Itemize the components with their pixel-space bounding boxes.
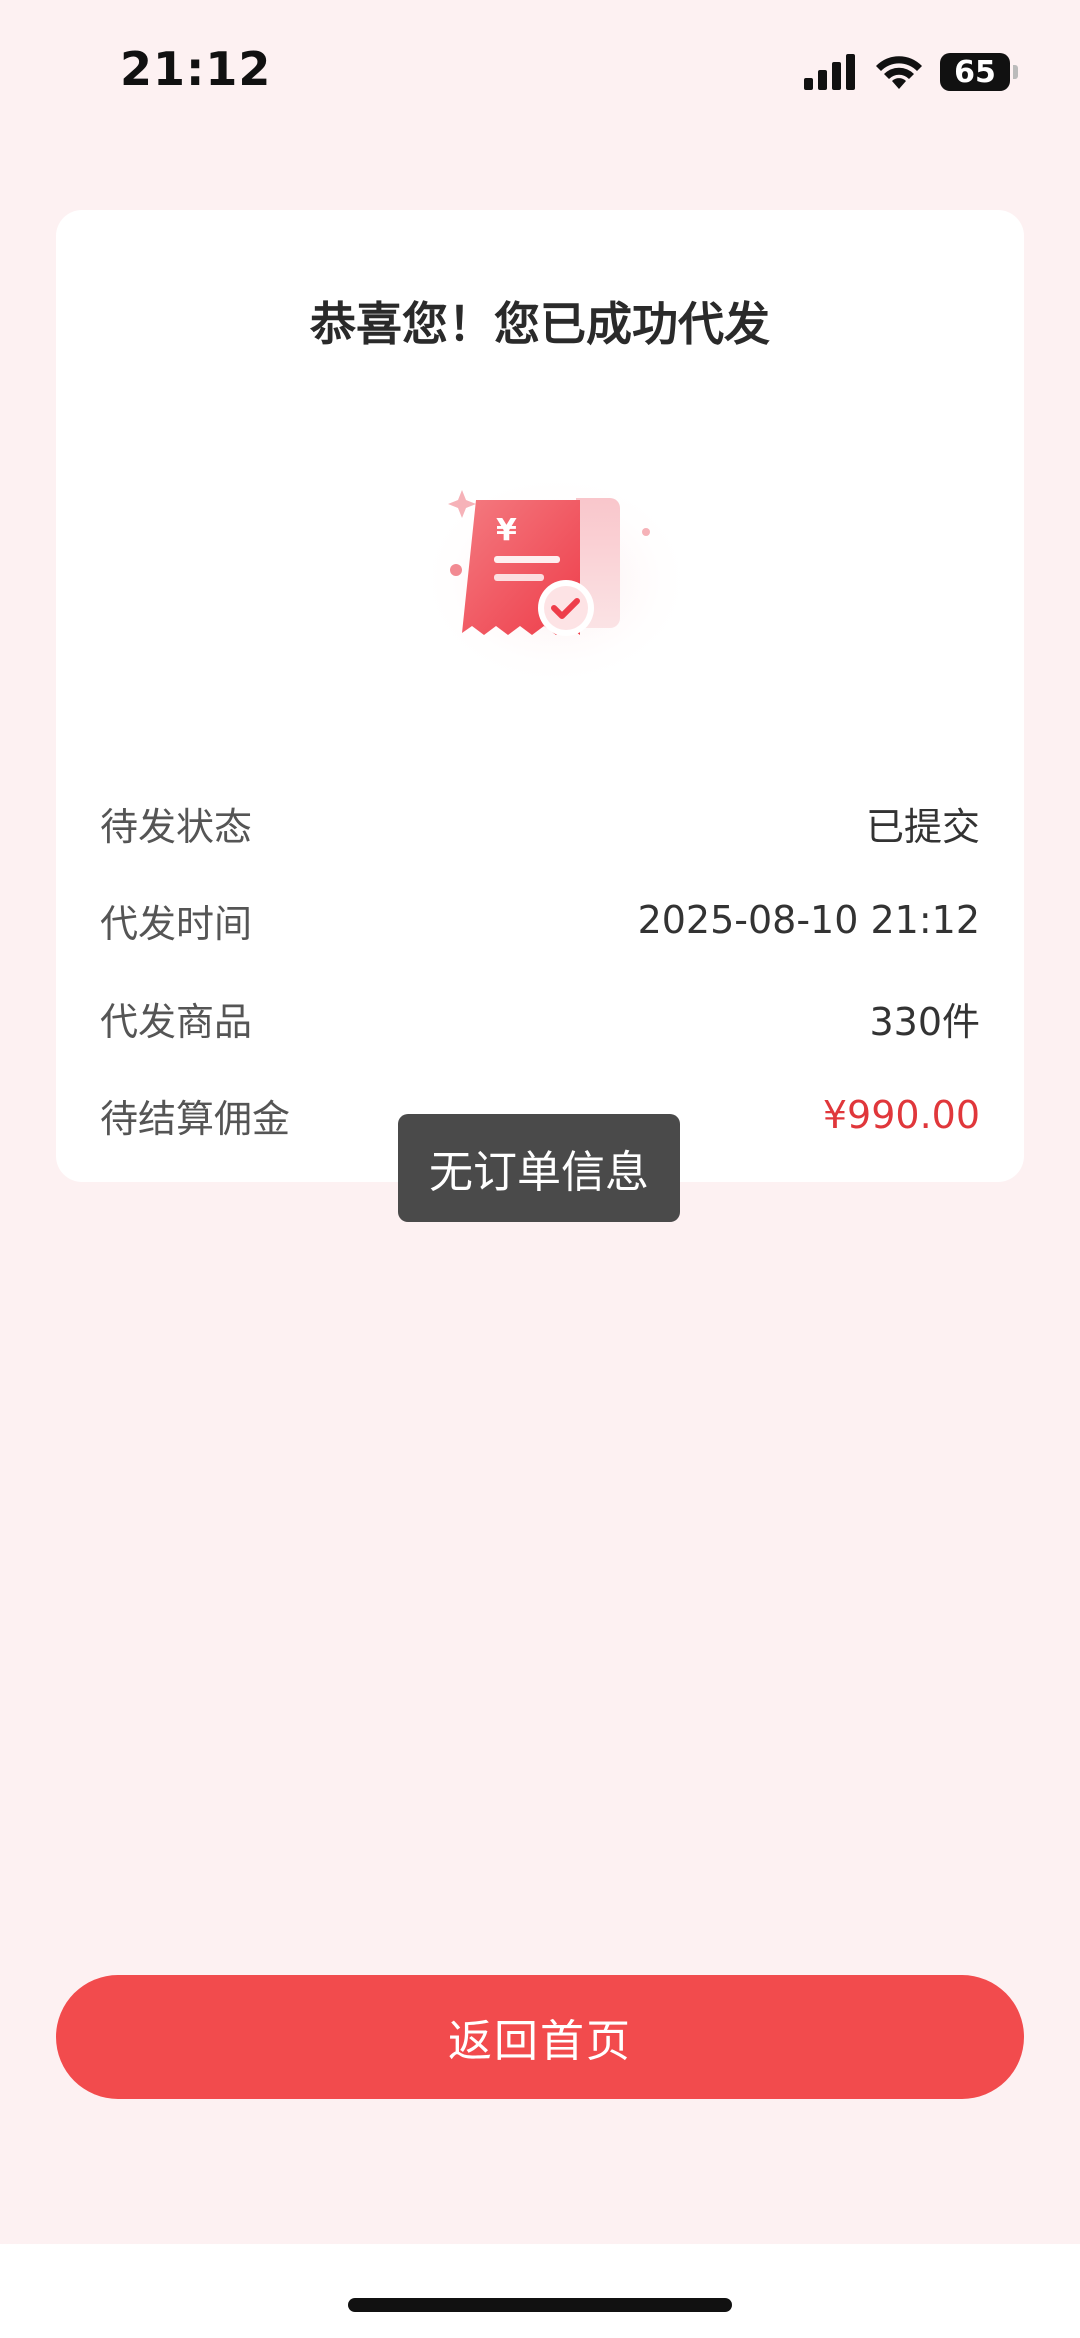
status-time: 21:12: [120, 42, 272, 96]
receipt-check-icon: ¥: [416, 470, 696, 690]
battery-icon: 65: [940, 53, 1018, 91]
info-row-status: 待发状态 已提交: [100, 793, 980, 853]
info-row-goods: 代发商品 330件: [100, 988, 980, 1048]
status-label: 待发状态: [100, 804, 253, 849]
goods-label: 代发商品: [100, 999, 253, 1044]
status-bar: 21:12 65: [0, 0, 1080, 150]
toast-message: 无订单信息: [398, 1114, 680, 1222]
time-value: 2025-08-10 21:12: [637, 898, 980, 942]
commission-value: ¥990.00: [822, 1093, 980, 1137]
success-title: 恭喜您！您已成功代发: [310, 297, 770, 351]
goods-value: 330件: [869, 999, 980, 1044]
wifi-icon: [876, 56, 922, 89]
home-indicator[interactable]: [348, 2298, 732, 2312]
svg-text:¥: ¥: [496, 513, 517, 548]
success-card: 恭喜您！您已成功代发 ¥ 待发状态 已提交 代发时间 2025-08-10 21…: [56, 210, 1024, 1182]
return-home-button[interactable]: 返回首页: [56, 1975, 1024, 2099]
time-label: 代发时间: [100, 901, 253, 946]
status-value: 已提交: [865, 804, 980, 849]
status-icons: 65: [804, 50, 1018, 94]
info-row-time: 代发时间 2025-08-10 21:12: [100, 890, 980, 950]
commission-label: 待结算佣金: [100, 1096, 291, 1141]
bottom-safe-area: [0, 2244, 1080, 2338]
battery-level: 65: [954, 54, 996, 90]
signal-icon: [804, 54, 855, 90]
